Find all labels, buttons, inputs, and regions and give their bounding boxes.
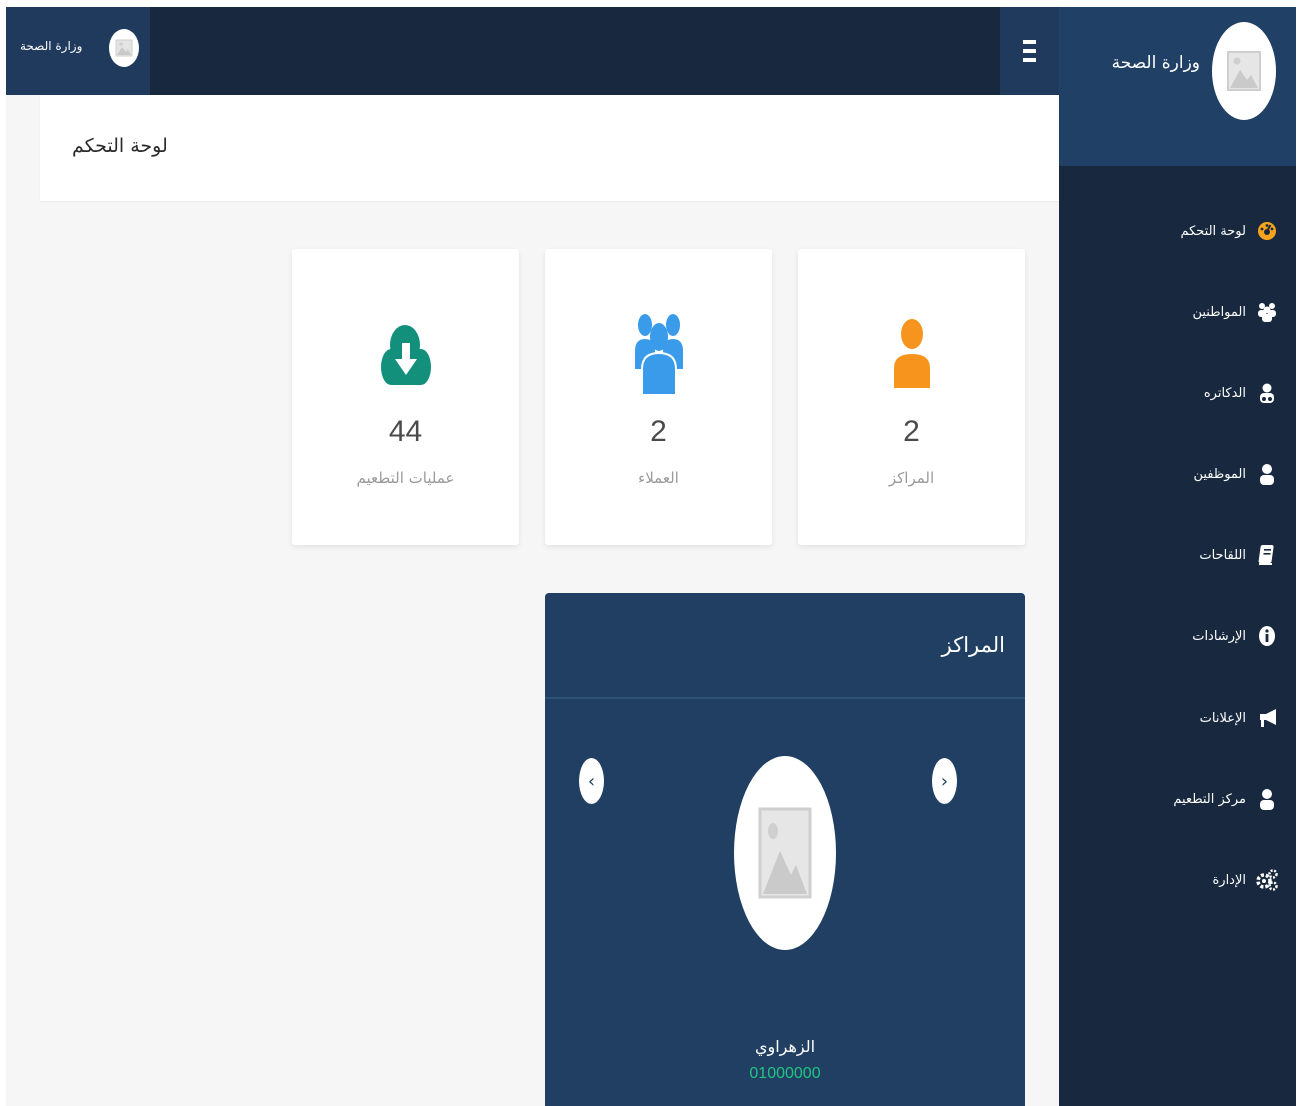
sidebar-item-label: الإعلانات [1199,710,1246,726]
users-icon [545,311,772,397]
chevron-right-icon: › [940,770,949,792]
brand-logo [1212,22,1276,120]
sidebar-item-doctors[interactable]: الدكاتره [1204,378,1278,408]
sidebar-item-label: لوحة التحكم [1180,223,1246,239]
user-icon [1256,788,1278,810]
stat-label: المراكز [888,469,935,487]
stat-card-centers[interactable]: 2 المراكز [798,249,1025,545]
page-title: لوحة التحكم [72,135,168,157]
stat-value: 44 [388,415,423,448]
sidebar-item-employees[interactable]: الموظفين [1193,459,1278,489]
center-phone: 01000000 [749,1065,821,1082]
panel-divider [545,697,1025,699]
sidebar-item-label: مركز التطعيم [1173,791,1246,807]
top-navbar: وزارة الصحة [6,7,1059,95]
sidebar-item-label: الإرشادات [1192,628,1246,644]
image-placeholder-icon [115,39,133,57]
carousel-prev-button[interactable]: ‹ [579,758,604,804]
user-avatar[interactable] [109,29,139,67]
stat-label: العملاء [638,469,679,487]
sidebar-item-label: المواطنين [1192,304,1246,320]
book-icon [1256,544,1278,566]
centers-panel: المراكز ‹ › الزهراوي 01000000 [545,593,1025,1106]
sidebar-item-dashboard[interactable]: لوحة التحكم [1180,216,1278,246]
sidebar-item-citizens[interactable]: المواطنين [1192,297,1278,327]
sidebar-item-vaccination-center[interactable]: مركز التطعيم [1173,784,1278,814]
image-placeholder-icon [1227,51,1261,91]
sidebar-item-label: الإدارة [1212,872,1246,888]
page-header: لوحة التحكم [40,95,1059,201]
user-icon [798,311,1025,397]
chevron-left-icon: ‹ [587,770,596,792]
stat-value: 2 [650,415,667,448]
app-frame: وزارة الصحة وزارة الصحة لوحة التحكم المو… [6,7,1296,1106]
info-icon [1256,625,1278,647]
user-icon [1256,463,1278,485]
menu-toggle-button[interactable] [1000,7,1059,95]
center-name: الزهراوي [754,1037,816,1056]
sidebar-item-vaccines[interactable]: اللقاحات [1199,540,1278,570]
sidebar-item-guidelines[interactable]: الإرشادات [1192,621,1278,651]
dashboard-icon [1256,220,1278,242]
stat-card-clients[interactable]: 2 العملاء [545,249,772,545]
sidebar-item-label: الموظفين [1193,466,1246,482]
user-menu[interactable]: وزارة الصحة [6,7,150,95]
brand-name: وزارة الصحة [1111,53,1200,73]
stat-value: 2 [903,415,920,448]
bullhorn-icon [1256,707,1278,729]
sidebar-item-label: اللقاحات [1199,547,1246,563]
stat-label: عمليات التطعيم [356,469,455,487]
sidebar-brand: وزارة الصحة [1059,7,1296,166]
doctor-icon [1256,382,1278,404]
sidebar: وزارة الصحة لوحة التحكم المواطنين الدكات… [1059,7,1296,1106]
cloud-download-icon [292,311,519,397]
users-icon [1256,301,1278,323]
panel-title: المراكز [941,633,1005,657]
carousel-next-button[interactable]: › [932,758,957,804]
hamburger-icon [1023,40,1036,62]
image-placeholder-icon [758,807,812,899]
cogs-icon [1256,869,1278,891]
center-photo [734,756,836,950]
sidebar-item-administration[interactable]: الإدارة [1212,865,1278,895]
sidebar-item-label: الدكاتره [1203,385,1246,401]
sidebar-item-announcements[interactable]: الإعلانات [1200,703,1278,733]
user-name: وزارة الصحة [20,39,83,53]
stat-card-vaccinations[interactable]: 44 عمليات التطعيم [292,249,519,545]
